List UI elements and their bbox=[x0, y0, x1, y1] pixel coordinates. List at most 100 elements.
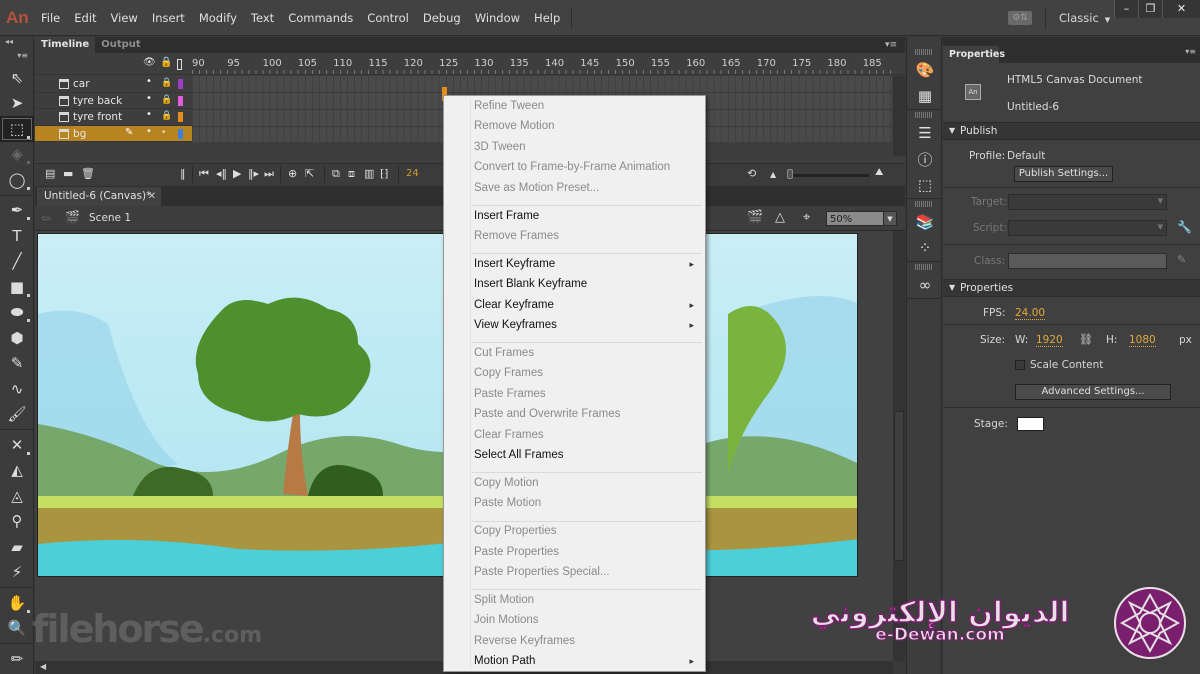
back-arrow-icon[interactable]: ⇦ bbox=[41, 211, 51, 225]
selection-tool-icon[interactable]: ⇖ bbox=[0, 65, 34, 91]
scroll-left-icon[interactable]: ◀ bbox=[40, 662, 46, 671]
menu-item-select-all-frames[interactable]: Select All Frames bbox=[474, 449, 700, 467]
eraser-tool-icon[interactable]: ▰ bbox=[0, 534, 34, 560]
layer-row-bg[interactable]: bg ✎ • • bbox=[35, 125, 192, 143]
bone-tool-icon[interactable]: ✕ bbox=[0, 432, 34, 458]
subselection-tool-icon[interactable]: ➤ bbox=[0, 91, 34, 117]
width-value[interactable]: 1920 bbox=[1036, 334, 1063, 347]
menu-item-insert-blank-keyframe[interactable]: Insert Blank Keyframe bbox=[474, 278, 700, 296]
edit-multiple-frames-icon[interactable]: ▥ bbox=[364, 167, 374, 180]
onion-skin-outlines-icon[interactable]: ⧈ bbox=[348, 167, 355, 181]
loop-playback-icon[interactable]: ⟲ bbox=[747, 167, 756, 180]
free-transform-tool-icon[interactable]: ⬚ bbox=[0, 116, 34, 142]
new-folder-icon[interactable]: ▬ bbox=[63, 167, 73, 180]
menu-item-insert-frame[interactable]: Insert Frame bbox=[474, 210, 700, 228]
class-input[interactable] bbox=[1008, 253, 1167, 269]
menu-item-cut-frames[interactable]: Cut Frames bbox=[474, 347, 700, 365]
visibility-toggle[interactable]: • bbox=[146, 93, 152, 104]
menu-control[interactable]: Control bbox=[360, 11, 416, 25]
go-to-first-frame-icon[interactable]: ⏮ bbox=[199, 167, 209, 181]
menu-item-refine-tween[interactable]: Refine Tween bbox=[474, 100, 700, 118]
zoom-out-frames-icon[interactable]: ▲ bbox=[770, 170, 776, 179]
menu-text[interactable]: Text bbox=[244, 11, 281, 25]
menu-debug[interactable]: Debug bbox=[416, 11, 468, 25]
info-icon[interactable]: ⓘ bbox=[907, 146, 943, 172]
align-icon[interactable]: ☰ bbox=[907, 120, 943, 146]
collapse-icon[interactable]: ◂◂ bbox=[0, 37, 33, 51]
tab-output[interactable]: Output bbox=[95, 37, 146, 53]
menu-edit[interactable]: Edit bbox=[67, 11, 103, 25]
fps-readout[interactable]: 24 bbox=[406, 168, 419, 179]
scroll-thumb[interactable] bbox=[894, 411, 904, 561]
line-tool-icon[interactable]: ╱ bbox=[0, 249, 34, 275]
visibility-toggle[interactable]: • bbox=[146, 109, 152, 120]
document-tab[interactable]: Untitled-6 (Canvas)* ✕ bbox=[37, 187, 161, 206]
swatches-grid-icon[interactable]: ▦ bbox=[907, 83, 943, 109]
menu-item-motion-path[interactable]: Motion Path ▸ bbox=[474, 655, 700, 673]
frame-zoom-slider[interactable] bbox=[789, 174, 869, 177]
pen-tool-icon[interactable]: ✒ bbox=[0, 198, 34, 224]
menu-help[interactable]: Help bbox=[527, 11, 567, 25]
layer-color-swatch[interactable] bbox=[178, 79, 183, 89]
rectangle-tool-icon[interactable]: ■ bbox=[0, 274, 34, 300]
outline-icon[interactable] bbox=[177, 59, 182, 70]
pencil-tool-icon[interactable]: ✎ bbox=[0, 351, 34, 377]
lock-icon[interactable]: 🔒 bbox=[160, 57, 172, 68]
resize-handle-icon[interactable]: ‖ bbox=[180, 167, 186, 180]
oval-tool-icon[interactable]: ⬬ bbox=[0, 300, 34, 326]
timeline-scrollbar[interactable] bbox=[893, 76, 905, 156]
transform-icon[interactable]: ⬚ bbox=[907, 172, 943, 198]
menu-item-paste-motion[interactable]: Paste Motion bbox=[474, 497, 700, 515]
ink-bottle-tool-icon[interactable]: ◬ bbox=[0, 483, 34, 509]
close-icon[interactable]: ✕ bbox=[148, 187, 156, 206]
menu-item-copy-frames[interactable]: Copy Frames bbox=[474, 367, 700, 385]
motion-presets-icon[interactable]: ⁘ bbox=[907, 235, 943, 261]
library-icon[interactable]: 📚 bbox=[907, 209, 943, 235]
modify-markers-icon[interactable]: ⁅⁆ bbox=[380, 167, 389, 180]
visibility-toggle[interactable]: • bbox=[146, 76, 152, 87]
width-tool-icon[interactable]: ⚡ bbox=[0, 560, 34, 586]
menu-item-reverse-keyframes[interactable]: Reverse Keyframes bbox=[474, 635, 700, 653]
menu-item-remove-frames[interactable]: Remove Frames bbox=[474, 230, 700, 248]
menu-view[interactable]: View bbox=[104, 11, 145, 25]
lock-icon[interactable]: 🔒 bbox=[161, 78, 172, 88]
script-select[interactable]: ▼ bbox=[1008, 220, 1167, 236]
link-icon[interactable]: ⛓ bbox=[1079, 333, 1093, 346]
3d-rotation-tool-icon[interactable]: ◈ bbox=[0, 142, 34, 168]
tab-timeline[interactable]: Timeline bbox=[35, 37, 96, 53]
target-select[interactable]: ▼ bbox=[1008, 194, 1167, 210]
menu-item-remove-motion[interactable]: Remove Motion bbox=[474, 120, 700, 138]
eye-icon[interactable]: 👁 bbox=[143, 57, 156, 68]
zoom-level-input[interactable]: 50% bbox=[826, 211, 884, 226]
layer-name[interactable]: car bbox=[73, 78, 90, 90]
eyedropper-tool-icon[interactable]: ⚲ bbox=[0, 509, 34, 535]
publish-section-header[interactable]: ▼ Publish bbox=[943, 122, 1200, 140]
advanced-settings-button[interactable]: Advanced Settings... bbox=[1015, 384, 1171, 400]
menu-item-clear-keyframe[interactable]: Clear Keyframe ▸ bbox=[474, 299, 700, 317]
menu-item-copy-properties[interactable]: Copy Properties bbox=[474, 525, 700, 543]
center-stage-icon[interactable]: ⌖ bbox=[803, 210, 810, 225]
menu-window[interactable]: Window bbox=[468, 11, 527, 25]
lasso-tool-icon[interactable]: ◯ bbox=[0, 167, 34, 193]
delete-layer-icon[interactable]: 🗑 bbox=[81, 167, 95, 180]
lock-icon[interactable]: 🔒 bbox=[161, 95, 172, 105]
publish-settings-button[interactable]: Publish Settings... bbox=[1014, 166, 1113, 182]
menu-item-save-as-motion-preset[interactable]: Save as Motion Preset... bbox=[474, 182, 700, 200]
chevron-down-icon[interactable]: ▼ bbox=[883, 211, 897, 226]
properties-section-header[interactable]: ▼ Properties bbox=[943, 279, 1200, 297]
restore-button[interactable]: ❐ bbox=[1138, 0, 1162, 18]
wrench-icon[interactable]: 🔧 bbox=[1177, 220, 1192, 234]
new-layer-icon[interactable]: ▤ bbox=[45, 167, 55, 180]
visibility-toggle[interactable]: • bbox=[146, 126, 152, 137]
layer-row-car[interactable]: car • 🔒 bbox=[35, 76, 192, 93]
go-to-last-frame-icon[interactable]: ⏭ bbox=[264, 167, 274, 181]
scene-breadcrumb[interactable]: Scene 1 bbox=[89, 212, 131, 224]
menu-commands[interactable]: Commands bbox=[281, 11, 360, 25]
layer-row-tyre-back[interactable]: tyre back • 🔒 bbox=[35, 93, 192, 110]
layer-name[interactable]: tyre front bbox=[73, 111, 122, 123]
fps-value[interactable]: 24.00 bbox=[1015, 307, 1046, 320]
step-forward-icon[interactable]: ‖▸ bbox=[248, 167, 259, 180]
menu-item-convert-to-frame-by-frame-animation[interactable]: Convert to Frame-by-Frame Animation bbox=[474, 161, 700, 179]
hand-tool-icon[interactable]: ✋ bbox=[0, 590, 34, 616]
edit-symbols-icon[interactable]: △ bbox=[775, 210, 785, 225]
